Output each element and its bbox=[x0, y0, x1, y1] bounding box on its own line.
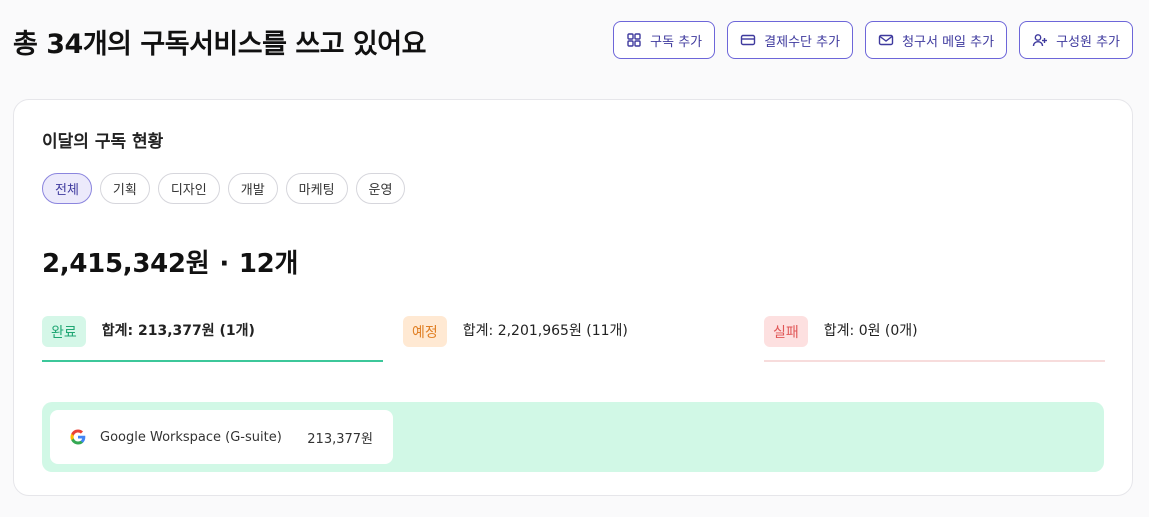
page-title: 총 34개의 구독서비스를 쓰고 있어요 bbox=[13, 29, 426, 60]
filter-planning[interactable]: 기획 bbox=[99, 173, 150, 204]
category-filters: 전체 기획 디자인 개발 마케팅 운영 bbox=[42, 173, 406, 204]
subscription-list: Google Workspace (G-suite) 213,377원 bbox=[42, 402, 1104, 472]
status-tab-failed[interactable]: 실패 합계: 0원 (0개) bbox=[764, 316, 1105, 362]
add-payment-method-button[interactable]: 결제수단 추가 bbox=[727, 21, 854, 59]
add-payment-method-label: 결제수단 추가 bbox=[764, 34, 841, 50]
card-title: 이달의 구독 현황 bbox=[42, 132, 164, 152]
mail-icon bbox=[878, 34, 894, 46]
total-count: 12개 bbox=[238, 249, 299, 279]
list-item[interactable]: Google Workspace (G-suite) 213,377원 bbox=[50, 410, 393, 464]
grid-icon bbox=[627, 33, 641, 47]
monthly-summary-card: 이달의 구독 현황 전체 기획 디자인 개발 마케팅 운영 2,415,342원… bbox=[13, 99, 1133, 496]
add-member-label: 구성원 추가 bbox=[1056, 34, 1120, 50]
add-invoice-email-button[interactable]: 청구서 메일 추가 bbox=[865, 21, 1008, 59]
status-sum-scheduled: 합계: 2,201,965원 (11개) bbox=[462, 323, 628, 339]
total-separator: · bbox=[219, 249, 229, 279]
user-plus-icon bbox=[1032, 34, 1048, 47]
total-summary: 2,415,342원 · 12개 bbox=[42, 243, 298, 280]
add-subscription-label: 구독 추가 bbox=[650, 34, 703, 50]
header-actions: 구독 추가 결제수단 추가 청구서 메일 추가 구성원 추가 bbox=[613, 21, 1133, 59]
filter-design[interactable]: 디자인 bbox=[157, 173, 220, 204]
status-badge-done: 완료 bbox=[42, 316, 86, 347]
filter-all[interactable]: 전체 bbox=[42, 173, 92, 204]
add-invoice-email-label: 청구서 메일 추가 bbox=[902, 34, 995, 50]
status-tab-done[interactable]: 완료 합계: 213,377원 (1개) bbox=[42, 316, 383, 362]
status-sum-failed: 합계: 0원 (0개) bbox=[823, 323, 918, 339]
add-subscription-button[interactable]: 구독 추가 bbox=[613, 21, 716, 59]
status-tab-scheduled[interactable]: 예정 합계: 2,201,965원 (11개) bbox=[403, 316, 744, 362]
status-tabs: 완료 합계: 213,377원 (1개) 예정 합계: 2,201,965원 (… bbox=[42, 316, 1105, 362]
status-badge-failed: 실패 bbox=[764, 316, 808, 347]
google-icon bbox=[70, 429, 86, 445]
filter-marketing[interactable]: 마케팅 bbox=[285, 173, 348, 204]
subscription-name: Google Workspace (G-suite) bbox=[100, 429, 282, 445]
credit-card-icon bbox=[740, 34, 756, 46]
status-sum-done: 합계: 213,377원 (1개) bbox=[101, 323, 255, 339]
filter-development[interactable]: 개발 bbox=[227, 173, 278, 204]
filter-operations[interactable]: 운영 bbox=[355, 173, 406, 204]
add-member-button[interactable]: 구성원 추가 bbox=[1019, 21, 1133, 59]
status-badge-scheduled: 예정 bbox=[403, 316, 447, 347]
total-amount: 2,415,342원 bbox=[42, 249, 210, 279]
subscription-amount: 213,377원 bbox=[307, 431, 373, 447]
